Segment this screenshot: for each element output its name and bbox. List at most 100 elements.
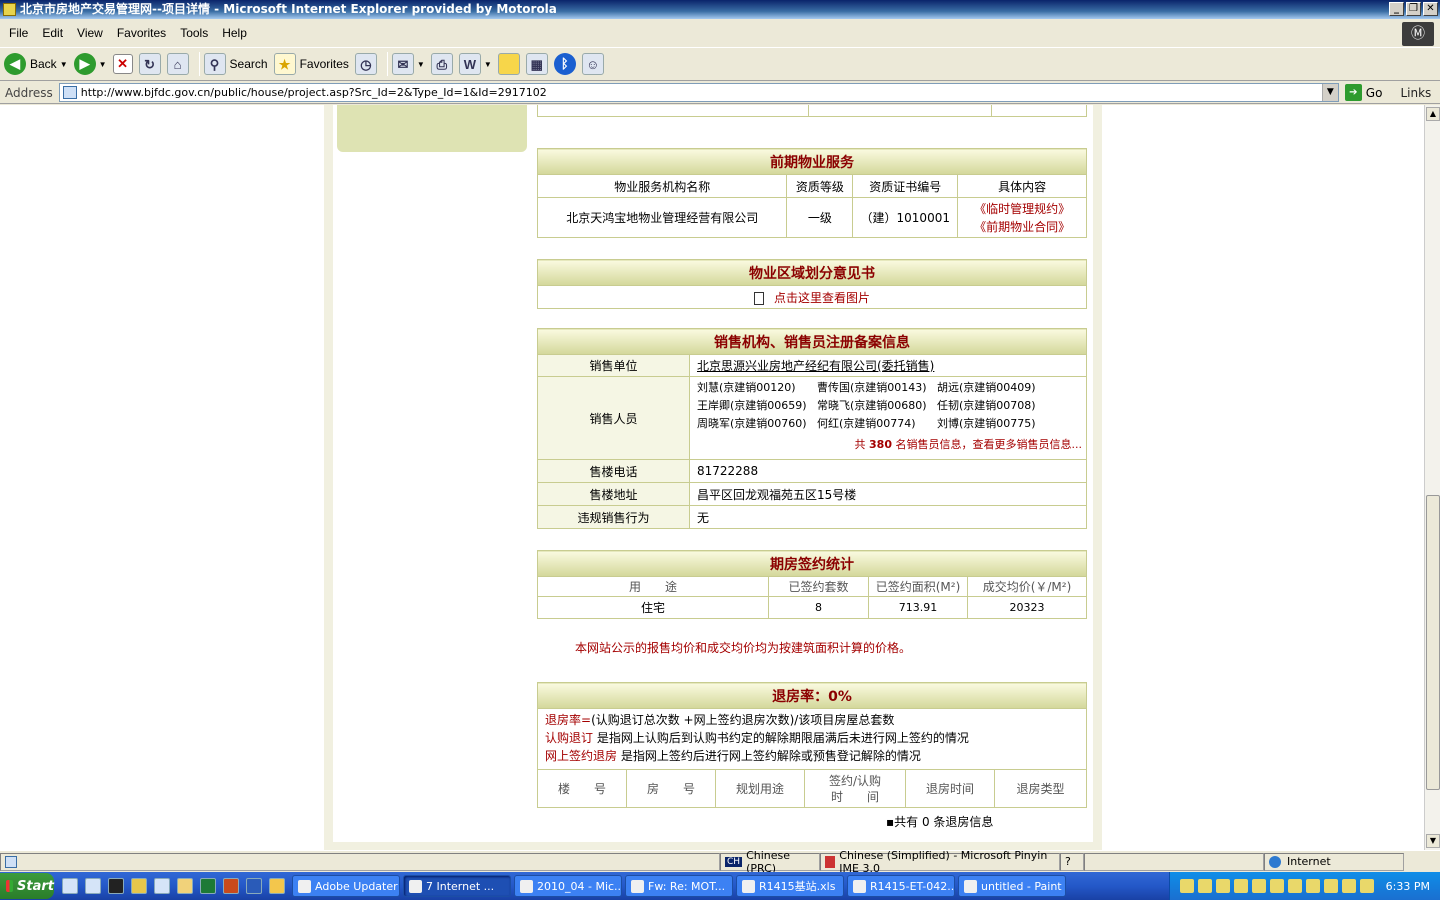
quicklaunch-ie-icon[interactable] — [62, 878, 78, 894]
links-button[interactable]: Links — [1400, 86, 1431, 100]
messenger-icon: ☺ — [581, 53, 604, 75]
scroll-down-icon[interactable]: ▼ — [1426, 834, 1440, 848]
print-button[interactable]: ⎙ — [430, 53, 453, 75]
home-button[interactable]: ⌂ — [166, 53, 189, 75]
menu-favorites[interactable]: Favorites — [112, 26, 171, 40]
system-tray: 6:33 PM — [1168, 872, 1440, 900]
messenger-button[interactable]: ☺ — [581, 53, 604, 75]
folder-icon[interactable] — [177, 878, 193, 894]
tray-icon[interactable] — [1179, 879, 1194, 893]
windows-logo-icon — [6, 880, 14, 892]
quicklaunch-browser-icon[interactable] — [85, 878, 101, 894]
bluetooth-button[interactable]: ᛒ — [553, 53, 576, 75]
property-service-table: 前期物业服务 物业服务机构名称 资质等级 资质证书编号 具体内容 北京天鸿宝地物… — [536, 148, 1087, 238]
menu-view[interactable]: View — [72, 26, 108, 40]
address-label: Address — [5, 85, 53, 100]
task-mail[interactable]: Fw: Re: MOT... — [625, 875, 733, 897]
tray-icon[interactable] — [1233, 879, 1248, 893]
stop-button[interactable]: ✕ — [112, 54, 133, 74]
section-title: 前期物业服务 — [537, 148, 1087, 175]
task-internet-explorer[interactable]: 7 Internet ... — [403, 875, 511, 897]
mail-button[interactable]: ✉ ▼ — [391, 53, 425, 75]
refund-total: ▪共有 0 条退房信息 — [886, 815, 994, 829]
tray-icon[interactable] — [1197, 879, 1212, 893]
search-button[interactable]: ⚲ Search — [203, 53, 268, 75]
task-excel-2[interactable]: R1415-ET-042... — [847, 875, 955, 897]
menu-edit[interactable]: Edit — [37, 26, 68, 40]
tray-icon[interactable] — [1215, 879, 1230, 893]
note-icon — [497, 53, 520, 75]
menu-help[interactable]: Help — [217, 26, 252, 40]
window-titlebar: 北京市房地产交易管理网--项目详情 - Microsoft Internet E… — [0, 0, 1440, 19]
clock[interactable]: 6:33 PM — [1386, 880, 1430, 893]
tray-icon[interactable] — [1341, 879, 1356, 893]
scroll-up-icon[interactable]: ▲ — [1426, 107, 1440, 121]
field-label: 销售人员 — [537, 376, 690, 460]
research-button[interactable]: ▦ — [525, 53, 548, 75]
online-refund-key: 网上签约退房 — [545, 749, 618, 763]
edit-button[interactable]: W ▼ — [458, 53, 492, 75]
motorola-logo-icon: Ⓜ — [1402, 22, 1434, 46]
help-icon[interactable]: ? — [1060, 852, 1084, 871]
tray-icon[interactable] — [1305, 879, 1320, 893]
minimize-button[interactable]: _ — [1389, 2, 1404, 16]
vertical-scrollbar[interactable]: ▲ ▼ — [1424, 105, 1440, 850]
scroll-thumb[interactable] — [1426, 495, 1440, 790]
task-excel-1[interactable]: R1415基站.xls — [736, 875, 844, 897]
powerpoint-icon[interactable] — [223, 878, 239, 894]
task-outlook-calendar[interactable]: 2010_04 - Mic... — [514, 875, 622, 897]
address-url: http://www.bjfdc.gov.cn/public/house/pro… — [80, 86, 547, 99]
history-icon: ◷ — [354, 53, 377, 75]
tray-icon[interactable] — [1251, 879, 1266, 893]
field-label: 销售单位 — [537, 354, 690, 377]
refresh-button[interactable]: ↻ — [138, 53, 161, 75]
staff-item: 何红(京建销00774) — [817, 417, 916, 430]
forward-button[interactable]: ▶ ▼ — [73, 53, 107, 75]
back-button[interactable]: ◀ Back ▼ — [4, 53, 68, 75]
word-icon[interactable] — [246, 878, 262, 894]
history-button[interactable]: ◷ — [354, 53, 377, 75]
tray-icon[interactable] — [1269, 879, 1284, 893]
address-dropdown-icon[interactable]: ▼ — [1321, 84, 1338, 101]
zone-indicator: Internet — [1264, 852, 1404, 871]
start-button[interactable]: Start — [0, 873, 54, 899]
stop-icon: ✕ — [112, 54, 133, 74]
view-image-link[interactable]: 点击这里查看图片 — [774, 291, 870, 305]
more-staff-link[interactable]: 共 380 名销售员信息，查看更多销售员信息... — [697, 436, 1086, 454]
quicklaunch-app-icon[interactable] — [131, 878, 147, 894]
grade: 一级 — [786, 197, 854, 238]
close-button[interactable]: ✕ — [1423, 2, 1438, 16]
menu-tools[interactable]: Tools — [175, 26, 213, 40]
task-adobe-updater[interactable]: Adobe Updater — [292, 875, 400, 897]
task-paint[interactable]: untitled - Paint — [958, 875, 1066, 897]
quicklaunch-app-icon[interactable] — [154, 878, 170, 894]
col-header: 成交均价(￥/M²) — [967, 576, 1087, 597]
calendar-icon[interactable] — [269, 878, 285, 894]
go-button[interactable]: ➔ Go — [1344, 84, 1382, 101]
address-input[interactable]: http://www.bjfdc.gov.cn/public/house/pro… — [58, 83, 1339, 102]
interim-rules-link[interactable]: 《临时管理规约》 — [958, 200, 1086, 218]
note-button[interactable] — [497, 53, 520, 75]
status-pane — [1084, 852, 1264, 871]
ime-icon — [825, 855, 836, 868]
sales-unit-link[interactable]: 北京思源兴业房地产经纪有限公司(委托销售) — [697, 359, 934, 373]
ime-indicator[interactable]: Chinese (Simplified) - Microsoft Pinyin … — [820, 849, 1060, 875]
property-contract-link[interactable]: 《前期物业合同》 — [958, 218, 1086, 236]
tray-icon[interactable] — [1323, 879, 1338, 893]
favorites-button[interactable]: ★ Favorites — [273, 53, 349, 75]
language-indicator[interactable]: CH Chinese (PRC) — [720, 849, 820, 875]
staff-row: 周晓军(京建销00760) 何红(京建销00774) 刘博(京建销00775) — [697, 415, 1086, 433]
tray-icon[interactable] — [1287, 879, 1302, 893]
staff-item: 刘慧(京建销00120) — [697, 381, 796, 394]
go-arrow-icon: ➔ — [1344, 84, 1362, 101]
page-icon — [62, 86, 77, 99]
sales-table: 销售机构、销售员注册备案信息 销售单位 北京思源兴业房地产经纪有限公司(委托销售… — [537, 328, 1087, 529]
menu-file[interactable]: File — [4, 26, 33, 40]
cmd-icon[interactable] — [108, 878, 124, 894]
excel-icon[interactable] — [200, 878, 216, 894]
col-header: 房 号 — [626, 769, 716, 808]
restore-button[interactable]: ❐ — [1406, 2, 1421, 16]
tray-icon[interactable] — [1359, 879, 1374, 893]
field-label: 售楼电话 — [537, 459, 690, 483]
status-text-pane — [0, 852, 720, 871]
